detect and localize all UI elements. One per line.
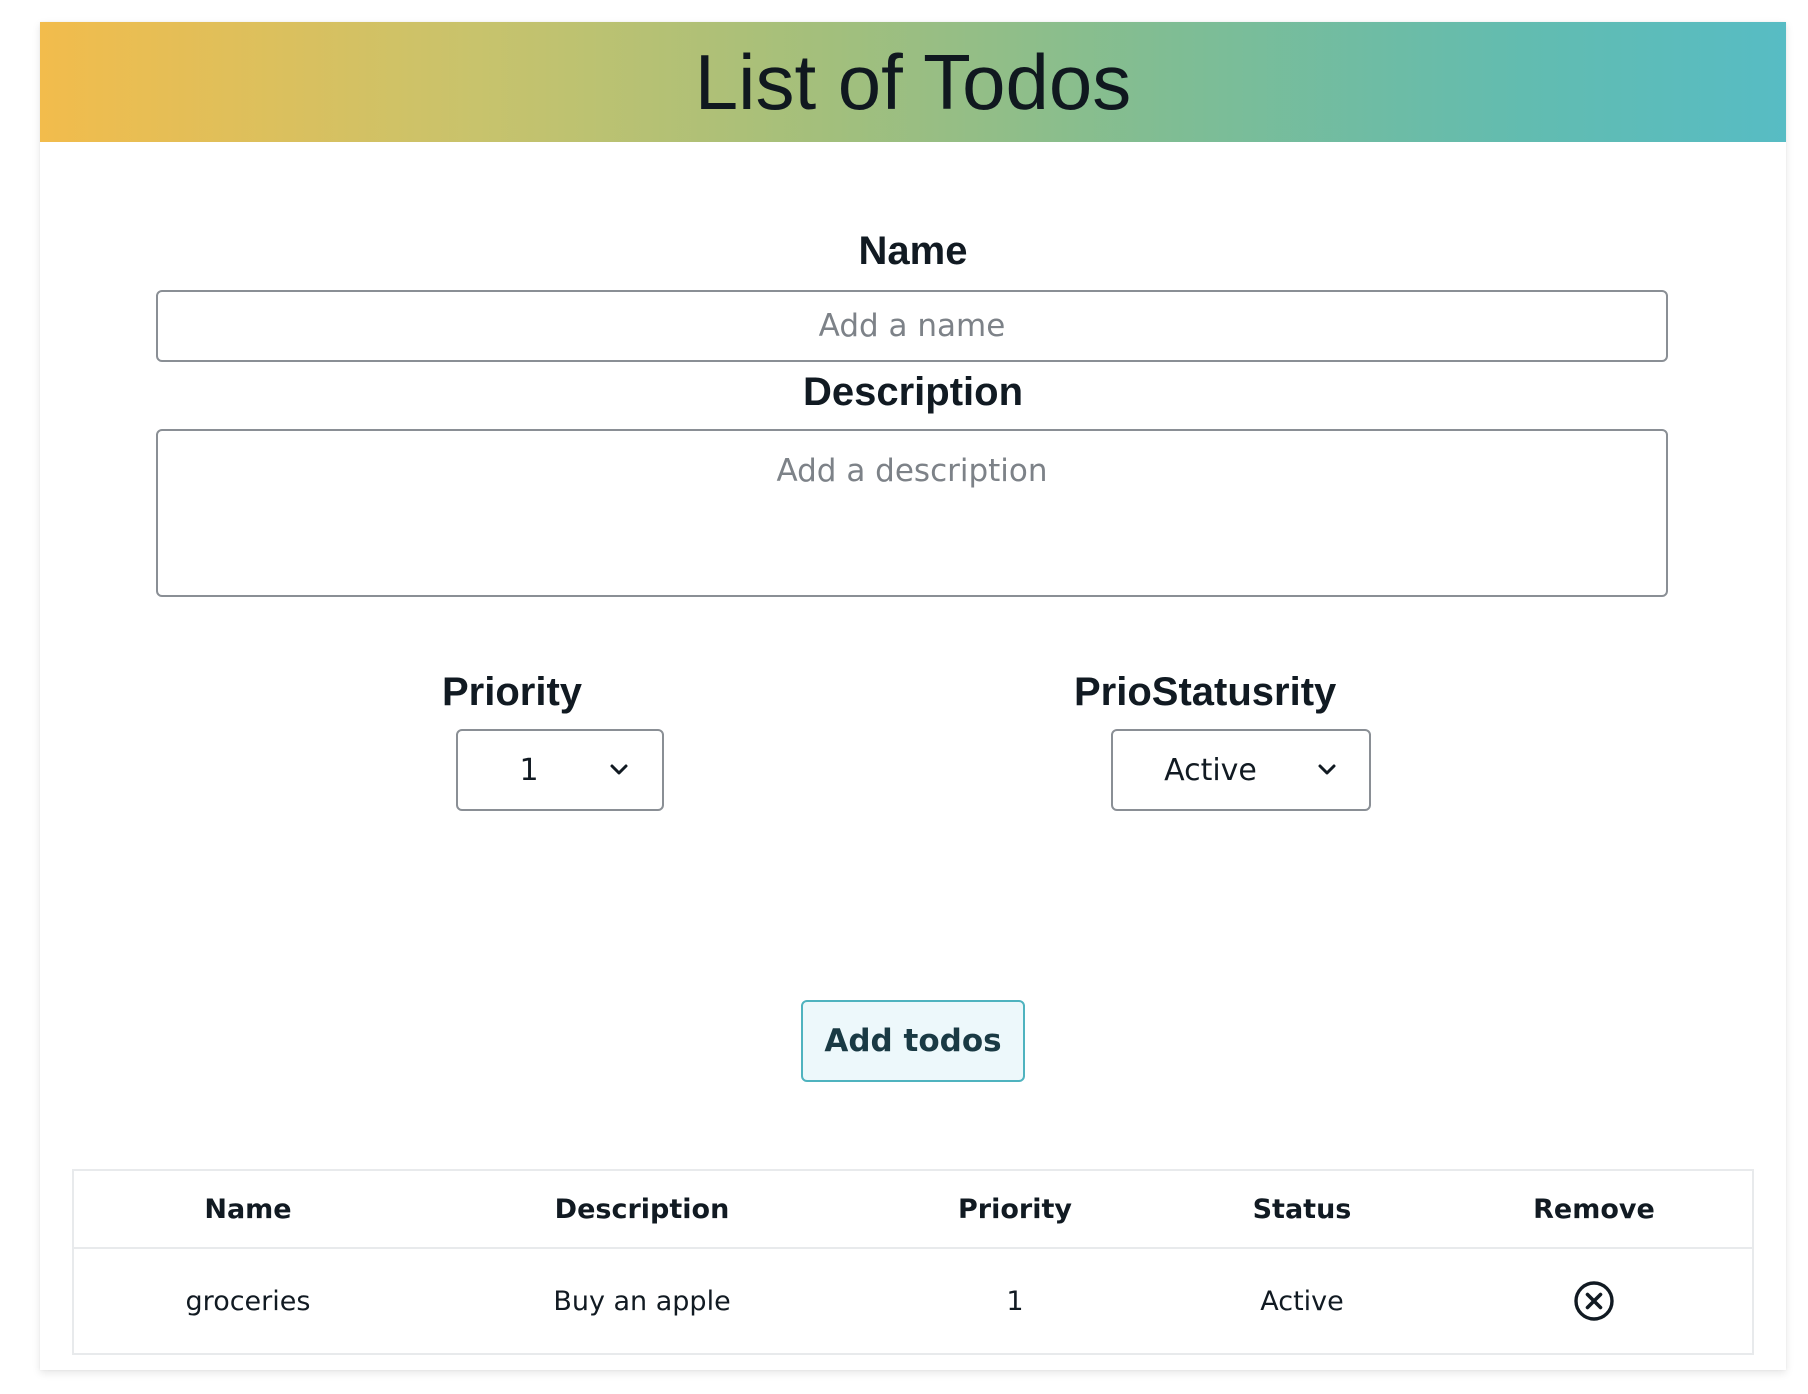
column-header-name: Name [204, 1193, 292, 1225]
table-header-row: Name Description Priority Status Remove [74, 1171, 1752, 1249]
column-header-status: Status [1252, 1193, 1352, 1225]
page-title: List of Todos [694, 37, 1132, 126]
close-circle-icon[interactable] [1573, 1280, 1615, 1322]
row-name-cell: groceries [185, 1285, 311, 1317]
chevron-down-icon [1318, 764, 1336, 775]
table-row: groceries Buy an apple 1 Active [74, 1249, 1752, 1353]
row-priority-cell: 1 [1006, 1285, 1024, 1317]
status-select-value: Active [1164, 752, 1257, 788]
description-input[interactable] [156, 429, 1668, 597]
todo-card: List of Todos Name Description Priority … [40, 22, 1786, 1370]
status-label: PrioStatusrity [1074, 670, 1337, 714]
column-header-remove: Remove [1533, 1193, 1655, 1225]
priority-label: Priority [441, 670, 583, 714]
todos-table: Name Description Priority Status Remove … [72, 1169, 1754, 1355]
add-todos-button[interactable]: Add todos [801, 1000, 1025, 1082]
description-label: Description [802, 370, 1024, 414]
chevron-down-icon [610, 764, 628, 775]
row-remove-cell [1436, 1249, 1752, 1353]
name-label: Name [858, 229, 968, 273]
status-select[interactable]: Active [1111, 729, 1371, 811]
page: List of Todos Name Description Priority … [0, 0, 1808, 1394]
name-input[interactable] [156, 290, 1668, 362]
priority-select[interactable]: 1 [456, 729, 664, 811]
header-banner: List of Todos [40, 22, 1786, 142]
row-description-cell: Buy an apple [553, 1285, 731, 1317]
row-status-cell: Active [1260, 1285, 1344, 1317]
column-header-description: Description [554, 1193, 730, 1225]
column-header-priority: Priority [958, 1193, 1072, 1225]
priority-select-value: 1 [519, 752, 539, 788]
